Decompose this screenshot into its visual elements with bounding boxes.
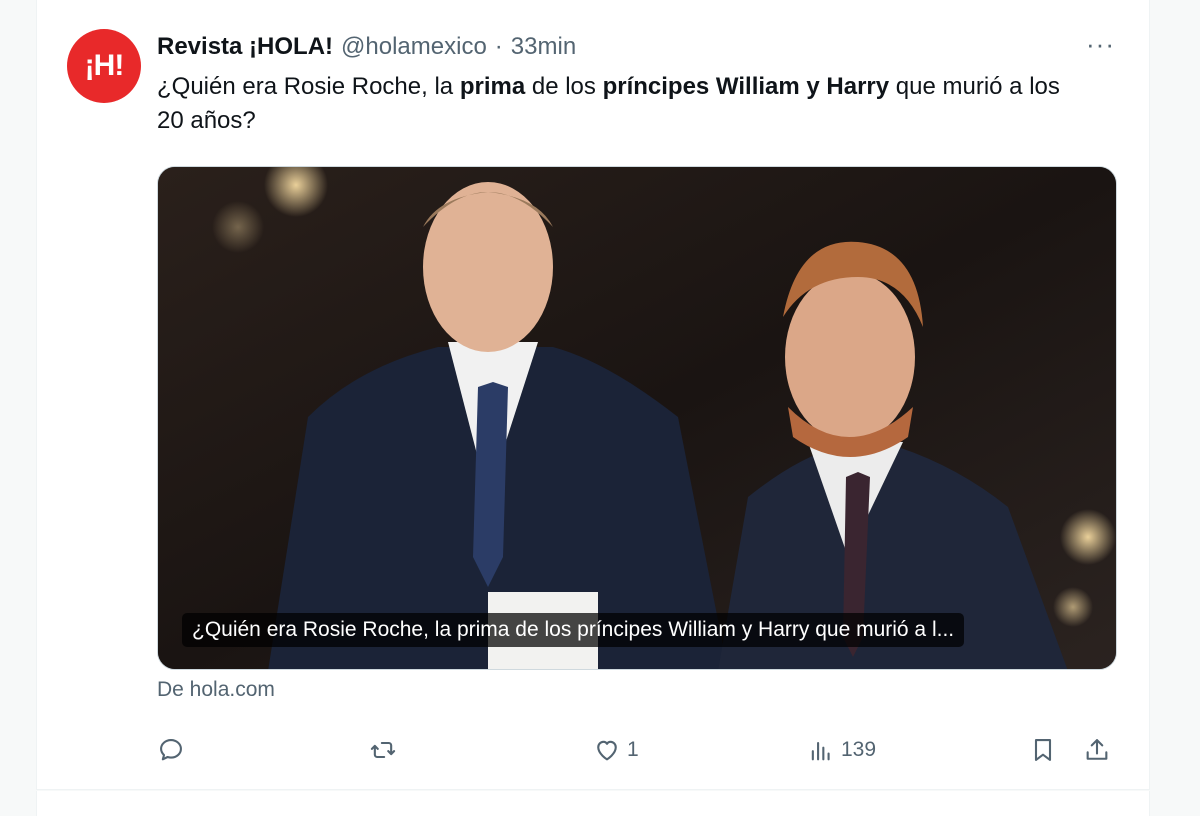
tweet-text-segment: ¿Quién era Rosie Roche, la	[157, 73, 460, 100]
retweet-icon	[370, 741, 396, 759]
link-card-title[interactable]: ¿Quién era Rosie Roche, la prima de los …	[182, 613, 965, 647]
tweet-text-bold: prima	[459, 73, 526, 100]
display-name[interactable]: Revista ¡HOLA!	[157, 33, 333, 61]
reply-button[interactable]	[157, 730, 191, 770]
tweet-text-segment: de los	[525, 73, 603, 100]
timestamp[interactable]: 33min	[511, 33, 576, 61]
retweet-button[interactable]	[369, 730, 403, 770]
user-handle[interactable]: @holamexico	[341, 33, 487, 61]
tweet-header: Revista ¡HOLA! @holamexico · 33min	[157, 32, 576, 62]
link-card-image[interactable]: ¿Quién era Rosie Roche, la prima de los …	[157, 166, 1117, 670]
views-button[interactable]: 139	[807, 730, 876, 770]
share-icon	[1086, 739, 1108, 760]
action-bar: 1 139	[157, 730, 1117, 770]
like-icon	[597, 740, 617, 761]
avatar[interactable]: ¡H!	[67, 29, 141, 103]
bookmark-button[interactable]	[1029, 730, 1057, 770]
like-button[interactable]: 1	[593, 730, 639, 770]
bookmark-icon	[1034, 739, 1052, 761]
reply-icon	[160, 739, 182, 761]
more-icon[interactable]: ···	[1086, 31, 1115, 57]
next-tweet-card[interactable]	[36, 791, 1150, 816]
share-button[interactable]	[1083, 730, 1111, 770]
tweet-card[interactable]: ¡H! Revista ¡HOLA! @holamexico · 33min ·…	[36, 0, 1150, 790]
tweet-text: ¿Quién era Rosie Roche, la prima de los …	[157, 70, 1087, 138]
avatar-logo-text: ¡H!	[84, 49, 125, 82]
views-icon	[811, 741, 830, 761]
media-photo	[158, 167, 1116, 669]
like-count: 1	[627, 738, 639, 761]
tweet-text-bold: príncipes William y Harry	[602, 73, 890, 100]
timeline: ¡H! Revista ¡HOLA! @holamexico · 33min ·…	[0, 0, 1200, 816]
separator-dot: ·	[494, 33, 503, 60]
link-source[interactable]: De hola.com	[157, 678, 275, 702]
views-count: 139	[841, 738, 877, 761]
